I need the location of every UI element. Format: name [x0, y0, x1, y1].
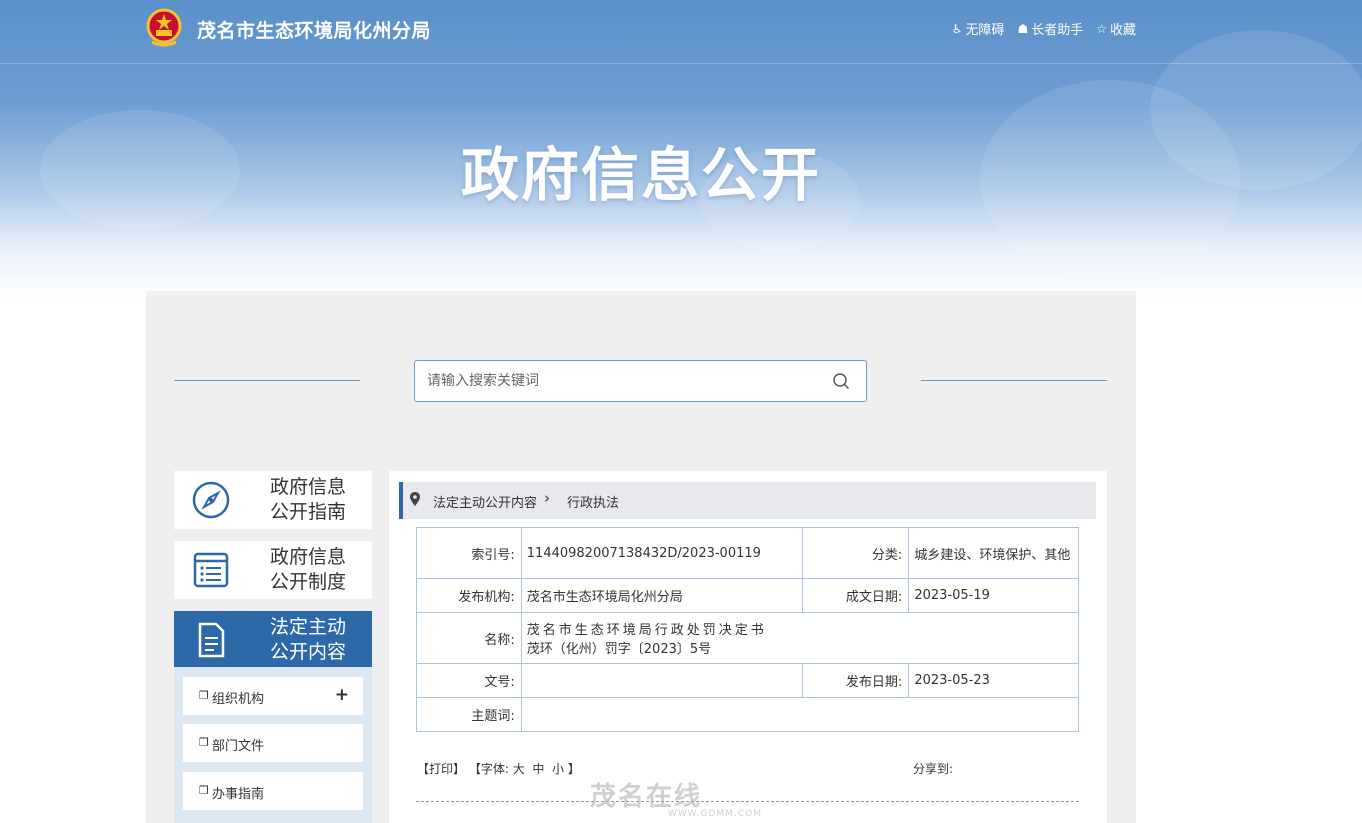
publish-date-value: 2023-05-23 — [908, 663, 1079, 698]
metadata-table: 索引号: 11440982007138432D/2023-00119 分类: 城… — [416, 527, 1080, 732]
header-tools: ♿ 无障碍 ☗ 长者助手 ☆ 收藏 — [951, 19, 1136, 39]
label-line1: 政府信息 — [270, 546, 347, 568]
font-size-suffix: 】 — [567, 762, 580, 776]
submenu-label: 组织机构 — [212, 692, 265, 707]
search-icon[interactable] — [832, 372, 850, 390]
star-icon: ☆ — [1096, 21, 1107, 36]
submenu-label: 部门文件 — [212, 739, 265, 754]
name-line2: 茂环（化州）罚字〔2023〕5号 — [526, 642, 712, 657]
category-label: 分类: — [801, 527, 910, 579]
table-row: 主题词: — [416, 697, 1080, 732]
label-line2: 公开制度 — [270, 571, 347, 593]
national-emblem-icon[interactable] — [146, 8, 182, 48]
main-panel: 政府信息 公开指南 政府信息 公开制度 法定主动 公开内容 ❐ — [146, 291, 1136, 823]
created-date-label: 成文日期: — [801, 578, 910, 613]
doc-number-label: 文号: — [416, 663, 522, 698]
sidebar-item-label: 政府信息 公开指南 — [270, 475, 346, 525]
index-label: 索引号: — [416, 527, 522, 579]
doc-number-value — [520, 663, 803, 698]
category-value: 城乡建设、环境保护、其他 — [908, 527, 1079, 579]
sidebar-submenu: ❐ 组织机构 + ❐ 部门文件 ❐ 办事指南 — [174, 667, 372, 823]
favorite-label: 收藏 — [1109, 23, 1136, 38]
content-area: 法定主动公开内容 › 行政执法 索引号: 11440982007138432D/… — [389, 471, 1107, 823]
elder-icon: ☗ — [1017, 21, 1029, 36]
submenu-label: 办事指南 — [212, 787, 265, 802]
expand-plus-icon[interactable]: + — [335, 685, 349, 705]
table-row: 名称: 茂名市生态环境局行政处罚决定书 茂环（化州）罚字〔2023〕5号 — [416, 612, 1080, 664]
search-divider-left — [174, 380, 360, 381]
label-line1: 政府信息 — [270, 476, 347, 498]
publisher-label: 发布机构: — [416, 578, 522, 613]
label-line2: 公开指南 — [270, 501, 347, 523]
chevron-right-icon: › — [544, 489, 550, 507]
keywords-value — [520, 697, 1080, 732]
label-line1: 法定主动 — [270, 616, 347, 638]
sidebar-item-guide[interactable]: 政府信息 公开指南 — [174, 471, 372, 529]
sidebar-item-label: 法定主动 公开内容 — [270, 615, 346, 665]
font-medium-button[interactable]: 中 — [532, 762, 544, 776]
location-pin-icon — [410, 492, 420, 506]
keywords-label: 主题词: — [416, 697, 522, 732]
breadcrumb-level1[interactable]: 法定主动公开内容 — [433, 492, 537, 511]
sidebar-item-system[interactable]: 政府信息 公开制度 — [174, 541, 372, 599]
sidebar-item-label: 政府信息 公开制度 — [270, 545, 346, 595]
publisher-value: 茂名市生态环境局化州分局 — [520, 578, 803, 613]
submenu-item-organization[interactable]: ❐ 组织机构 + — [183, 677, 363, 715]
submenu-item-service-guide[interactable]: ❐ 办事指南 — [183, 772, 363, 810]
elder-assistant-link[interactable]: ☗ 长者助手 — [1017, 19, 1084, 39]
hero-banner: 茂名市生态环境局化州分局 ♿ 无障碍 ☗ 长者助手 ☆ 收藏 政府信息公开 — [0, 0, 1362, 300]
accessibility-link[interactable]: ♿ 无障碍 — [951, 19, 1005, 39]
compass-icon — [192, 481, 230, 519]
copy-icon: ❐ — [199, 784, 209, 797]
created-date-value: 2023-05-19 — [908, 578, 1079, 613]
table-row: 发布机构: 茂名市生态环境局化州分局 成文日期: 2023-05-19 — [416, 578, 1079, 613]
font-small-button[interactable]: 小 — [552, 762, 564, 776]
search-divider-right — [921, 380, 1107, 381]
watermark-logo: 茂名在线 WWW.GDMM.COM — [590, 776, 762, 819]
article-actions: 【打印】 【字体: 大 中 小 】 — [417, 760, 580, 777]
breadcrumb: 法定主动公开内容 › 行政执法 — [399, 482, 1096, 519]
copy-icon: ❐ — [199, 689, 209, 702]
submenu-item-department-docs[interactable]: ❐ 部门文件 — [183, 724, 363, 762]
publish-date-label: 发布日期: — [801, 663, 910, 698]
top-bar: 茂名市生态环境局化州分局 ♿ 无障碍 ☗ 长者助手 ☆ 收藏 — [0, 0, 1362, 64]
search-box — [414, 360, 867, 402]
index-value: 11440982007138432D/2023-00119 — [520, 527, 803, 579]
name-line1: 茂名市生态环境局行政处罚决定书 — [526, 623, 767, 638]
watermark-text: 茂名在线 — [590, 782, 703, 812]
table-row: 文号: 发布日期: 2023-05-23 — [416, 663, 1079, 698]
label-line2: 公开内容 — [270, 641, 347, 663]
sidebar-item-active-disclosure[interactable]: 法定主动 公开内容 — [174, 611, 372, 669]
document-icon — [198, 622, 225, 658]
print-button[interactable]: 【打印】 — [417, 762, 465, 776]
wheelchair-icon: ♿ — [951, 21, 963, 36]
name-label: 名称: — [416, 612, 522, 664]
elder-assistant-label: 长者助手 — [1031, 23, 1084, 38]
watermark-url: WWW.GDMM.COM — [668, 809, 762, 819]
accessibility-label: 无障碍 — [965, 23, 1005, 38]
search-input[interactable] — [427, 361, 827, 401]
share-label: 分享到: — [913, 762, 954, 776]
site-title[interactable]: 茂名市生态环境局化州分局 — [197, 16, 431, 43]
list-icon — [193, 552, 229, 588]
table-row: 索引号: 11440982007138432D/2023-00119 分类: 城… — [416, 527, 1079, 579]
breadcrumb-level2[interactable]: 行政执法 — [567, 492, 619, 511]
font-large-button[interactable]: 大 — [513, 762, 525, 776]
hero-title: 政府信息公开 — [460, 141, 821, 209]
font-size-prefix: 【字体: — [468, 762, 509, 776]
favorite-link[interactable]: ☆ 收藏 — [1096, 19, 1136, 39]
name-value: 茂名市生态环境局行政处罚决定书 茂环（化州）罚字〔2023〕5号 — [520, 612, 1080, 664]
copy-icon: ❐ — [199, 736, 209, 749]
